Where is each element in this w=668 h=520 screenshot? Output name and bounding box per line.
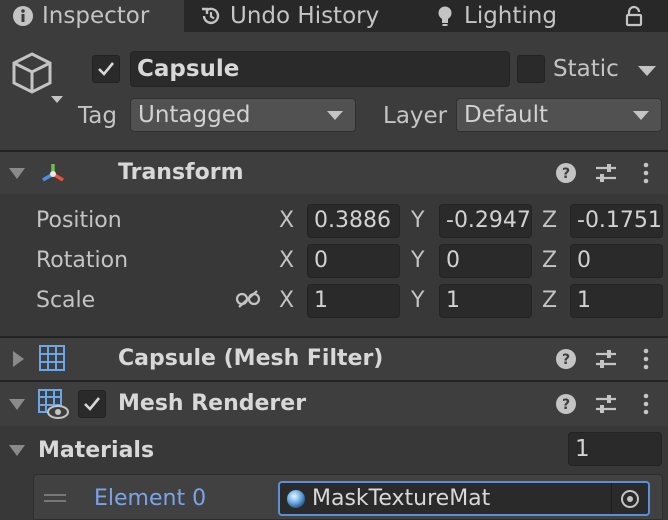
gameobject-icon[interactable] (8, 50, 64, 110)
transform-body: Position X 0.3886 Y -0.2947 Z -0.1751 Ro… (0, 194, 668, 336)
foldout-collapsed-icon[interactable] (13, 351, 24, 367)
component-title: Transform (118, 160, 244, 185)
lightbulb-icon (434, 5, 456, 27)
axis-z-label[interactable]: Z (542, 290, 557, 312)
materials-section: Materials 1 Element 0 MaskTextureMat (0, 426, 668, 520)
active-checkbox[interactable] (92, 55, 120, 83)
tag-dropdown[interactable]: Untagged (130, 98, 356, 132)
axis-x-label[interactable]: X (279, 210, 294, 232)
chevron-down-icon (633, 111, 649, 120)
transform-icon (38, 160, 68, 188)
drag-handle-icon[interactable] (44, 494, 66, 496)
position-x-field[interactable]: 0.3886 (307, 204, 400, 238)
materials-list: Element 0 MaskTextureMat (33, 474, 663, 520)
help-icon[interactable]: ? (554, 347, 578, 371)
presets-icon[interactable] (593, 161, 619, 185)
drag-handle-line (44, 500, 66, 502)
presets-icon[interactable] (593, 392, 619, 416)
axis-x-label[interactable]: X (279, 290, 294, 312)
chevron-down-icon (327, 111, 343, 120)
mesh-renderer-icon (37, 388, 69, 420)
checkmark-icon (84, 397, 101, 411)
tab-label: Inspector (42, 2, 150, 29)
help-icon[interactable]: ? (554, 161, 578, 185)
rotation-y-field[interactable]: 0 (439, 244, 532, 278)
tab-lighting[interactable]: Lighting (422, 0, 592, 32)
materials-foldout-icon[interactable] (9, 445, 25, 456)
static-dropdown-arrow[interactable] (638, 66, 656, 76)
mesh-renderer-enabled-checkbox[interactable] (78, 390, 106, 418)
scale-z-field[interactable]: 1 (570, 284, 663, 318)
lock-icon[interactable] (622, 4, 646, 28)
static-checkbox[interactable] (517, 55, 545, 83)
position-y-field[interactable]: -0.2947 (439, 204, 532, 238)
static-label: Static (553, 56, 619, 82)
help-icon[interactable]: ? (554, 392, 578, 416)
mesh-filter-icon (38, 344, 66, 372)
position-z-field[interactable]: -0.1751 (570, 204, 663, 238)
tag-label: Tag (78, 103, 117, 129)
axis-z-label[interactable]: Z (542, 210, 557, 232)
tab-label: Undo History (230, 2, 380, 29)
transform-header[interactable]: Transform ? (0, 152, 668, 194)
tab-inspector[interactable]: Inspector (0, 0, 184, 32)
rotation-z-field[interactable]: 0 (570, 244, 663, 278)
tag-value: Untagged (138, 101, 251, 128)
checkmark-icon (98, 62, 115, 76)
element-label: Element 0 (94, 486, 207, 511)
scale-label: Scale (36, 288, 96, 313)
presets-icon[interactable] (593, 347, 619, 371)
object-name-field[interactable]: Capsule (130, 51, 510, 87)
material-name: MaskTextureMat (312, 485, 491, 511)
tab-undo-history[interactable]: Undo History (188, 0, 410, 32)
materials-label[interactable]: Materials (38, 440, 154, 462)
target-icon (621, 489, 639, 508)
layer-value: Default (464, 101, 549, 128)
more-options-icon[interactable] (636, 161, 656, 185)
rotation-label: Rotation (36, 248, 129, 273)
material-object-field[interactable]: MaskTextureMat (278, 481, 650, 516)
mesh-filter-header[interactable]: Capsule (Mesh Filter) ? (0, 338, 668, 380)
svg-text:?: ? (562, 166, 570, 182)
scale-y-field[interactable]: 1 (439, 284, 532, 318)
axis-y-label[interactable]: Y (411, 210, 424, 232)
more-options-icon[interactable] (636, 392, 656, 416)
svg-text:?: ? (562, 397, 570, 413)
axis-x-label[interactable]: X (279, 250, 294, 272)
layer-dropdown[interactable]: Default (456, 98, 662, 132)
axis-y-label[interactable]: Y (411, 290, 424, 312)
svg-text:?: ? (562, 352, 570, 368)
foldout-expanded-icon[interactable] (9, 168, 25, 179)
component-title: Mesh Renderer (118, 391, 307, 416)
scale-x-field[interactable]: 1 (307, 284, 400, 318)
tab-bar: Inspector Undo History Lighting (0, 0, 668, 32)
mesh-renderer-header[interactable]: Mesh Renderer ? (0, 382, 668, 426)
rotation-x-field[interactable]: 0 (307, 244, 400, 278)
material-sphere-icon (287, 489, 305, 508)
axis-z-label[interactable]: Z (542, 250, 557, 272)
object-name: Capsule (137, 55, 240, 82)
object-picker-button[interactable] (611, 483, 648, 514)
object-header: Capsule Static Tag Untagged Layer Defaul… (0, 32, 668, 151)
materials-size-field[interactable]: 1 (568, 432, 662, 466)
history-icon (200, 5, 222, 27)
constrain-proportions-icon[interactable] (234, 287, 262, 311)
tab-label: Lighting (464, 2, 557, 29)
more-options-icon[interactable] (636, 347, 656, 371)
info-icon (12, 5, 34, 27)
layer-label: Layer (383, 103, 448, 129)
foldout-expanded-icon[interactable] (9, 399, 25, 410)
axis-y-label[interactable]: Y (411, 250, 424, 272)
position-label: Position (36, 208, 122, 233)
component-title: Capsule (Mesh Filter) (118, 346, 384, 371)
